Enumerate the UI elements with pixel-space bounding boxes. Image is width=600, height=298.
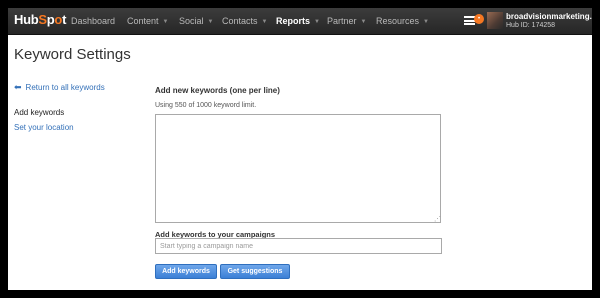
arrow-left-icon: ⬅ [14, 82, 22, 92]
nav-label: Resources [376, 16, 420, 26]
nav-contacts[interactable]: Contacts ▼ [222, 16, 267, 26]
nav-label: Reports [276, 16, 311, 26]
campaign-input[interactable] [155, 238, 442, 254]
nav-label: Content [127, 16, 159, 26]
resize-grip-icon[interactable]: ⋰ [434, 215, 441, 223]
keywords-textarea[interactable] [155, 114, 441, 223]
keyword-limit-text: Using 550 of 1000 keyword limit. [155, 102, 257, 109]
notification-badge[interactable]: • [474, 14, 484, 24]
hubspot-logo[interactable]: HubSpot [14, 12, 66, 27]
nav-reports[interactable]: Reports ▼ [276, 16, 320, 26]
page-title: Keyword Settings [14, 46, 131, 63]
chevron-down-icon: ▼ [162, 19, 169, 25]
nav-label: Social [179, 16, 204, 26]
sidebar-item-add-keywords[interactable]: Add keywords [14, 108, 64, 117]
nav-label: Dashboard [71, 16, 116, 26]
nav-label: Contacts [222, 16, 258, 26]
chevron-down-icon: ▼ [314, 19, 320, 25]
account-name[interactable]: broadvisionmarketing.... [506, 12, 592, 21]
top-nav: HubSpot Dashboard Content ▼ Social ▼ Conta… [8, 8, 592, 35]
nav-label: Partner [327, 16, 357, 26]
nav-content[interactable]: Content ▼ [127, 16, 168, 26]
return-link-label: Return to all keywords [25, 83, 105, 92]
chevron-down-icon: ▼ [207, 19, 214, 25]
chevron-down-icon: ▼ [261, 19, 268, 25]
chevron-down-icon: ▼ [360, 19, 367, 25]
nav-social[interactable]: Social ▼ [179, 16, 213, 26]
chevron-down-icon: ▼ [423, 19, 429, 25]
get-suggestions-button[interactable]: Get suggestions [220, 264, 290, 279]
sidebar-item-set-location[interactable]: Set your location [14, 123, 74, 132]
app-window: HubSpot Dashboard Content ▼ Social ▼ Conta… [8, 8, 592, 290]
return-link[interactable]: ⬅ Return to all keywords [14, 82, 105, 93]
nav-resources[interactable]: Resources ▼ [376, 16, 429, 26]
add-keywords-button[interactable]: Add keywords [155, 264, 217, 279]
avatar[interactable] [487, 12, 503, 29]
nav-partner[interactable]: Partner ▼ [327, 16, 366, 26]
hub-id: Hub ID: 174258 [506, 22, 556, 29]
nav-dashboard[interactable]: Dashboard [71, 16, 115, 26]
section-title: Add new keywords (one per line) [155, 86, 280, 95]
